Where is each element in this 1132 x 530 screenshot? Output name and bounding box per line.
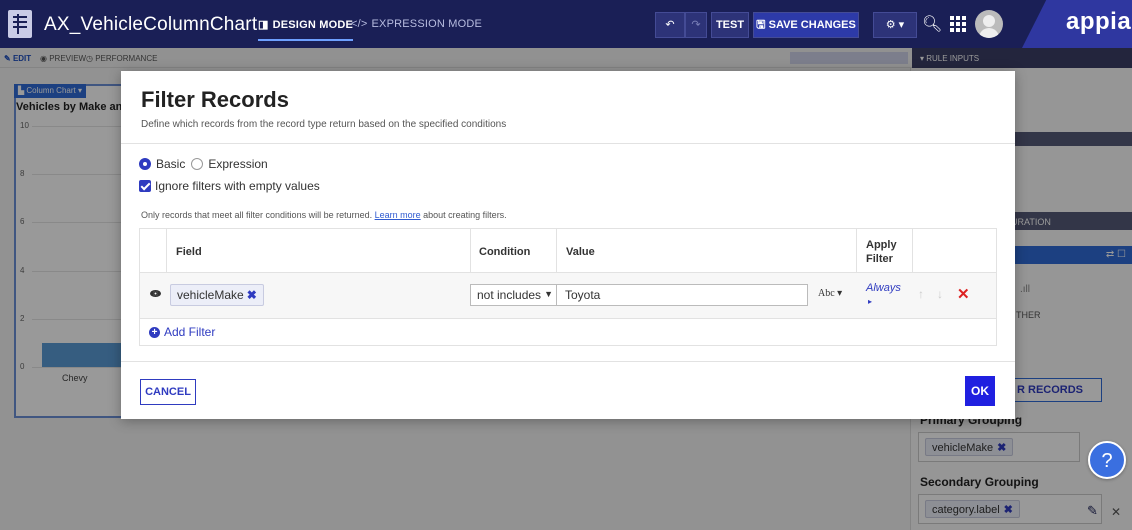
divider [121,143,1015,144]
plus-circle-icon: + [149,326,160,338]
dialog-title: Filter Records [141,87,289,112]
radio-expression[interactable] [191,158,204,170]
value-type-toggle[interactable]: Abc ▾ [818,288,842,299]
cancel-button[interactable]: CANCEL [140,379,196,405]
save-changes-label: SAVE CHANGES [768,19,856,31]
test-button[interactable]: TEST [711,12,749,38]
app-title: AX_VehicleColumnChart [44,14,258,35]
divider [121,361,1015,362]
search-objects-icon[interactable]: 🔍︎ [922,14,942,34]
apply-filter-link[interactable]: Always [866,282,901,294]
ignore-empty-checkbox-row: Ignore filters with empty values [139,179,320,193]
grid-header: Field Condition Value Apply Filter [140,229,996,273]
code-icon: </> [351,18,368,30]
interface-object-icon [8,10,32,38]
filter-info-text: Only records that meet all filter condit… [141,210,507,220]
column-header-field: Field [176,246,202,258]
radio-expression-label[interactable]: Expression [208,157,267,171]
filter-row: vehicleMake ✖ not includes ▼ Toyota Abc ▾ … [140,273,996,319]
design-mode-tab[interactable]: ◨ DESIGN MODE [258,18,354,41]
ok-button[interactable]: OK [965,376,995,406]
column-header-apply-filter: Apply Filter [866,239,897,265]
value-input[interactable]: Toyota [556,284,808,306]
expression-mode-tab[interactable]: </> EXPRESSION MODE [351,18,482,30]
filter-grid: Field Condition Value Apply Filter vehic… [139,228,997,346]
move-up-icon[interactable]: ↑ [918,287,924,301]
eye-icon[interactable] [150,290,161,297]
expression-mode-label: EXPRESSION MODE [371,18,483,30]
settings-menu-button[interactable]: ⚙ ▾ [873,12,917,38]
caret-right-icon: ▸ [868,297,873,306]
chevron-down-icon: ▼ [544,289,553,299]
learn-more-link[interactable]: Learn more [375,210,421,220]
add-filter-label: Add Filter [164,325,216,339]
design-mode-icon: ◨ [258,19,269,31]
ignore-empty-checkbox[interactable] [139,180,151,192]
condition-select[interactable]: not includes ▼ [470,284,560,306]
move-down-icon[interactable]: ↓ [937,287,943,301]
filter-mode-radio-group: Basic Expression [139,157,274,171]
column-header-condition: Condition [479,246,531,258]
design-mode-label: DESIGN MODE [272,19,354,31]
dialog-description: Define which records from the record typ… [141,119,507,130]
column-header-value: Value [566,246,595,258]
remove-field-icon[interactable]: ✖ [247,288,257,302]
user-avatar[interactable] [975,10,1003,38]
filter-records-dialog: Filter Records Define which records from… [121,71,1015,419]
help-button[interactable]: ? [1088,441,1126,479]
app-navigation-grid-icon[interactable] [950,16,966,32]
appian-logo: appian [1066,8,1132,35]
undo-button[interactable]: ↶ [655,12,685,38]
ignore-empty-label[interactable]: Ignore filters with empty values [155,179,320,193]
redo-button[interactable]: ↷ [685,12,707,38]
add-filter-link[interactable]: + Add Filter [149,325,215,339]
radio-basic[interactable] [139,158,151,170]
top-bar: AX_VehicleColumnChart ◨ DESIGN MODE </> EX… [0,0,1132,48]
remove-filter-icon[interactable]: ✕ [957,285,970,303]
radio-basic-label[interactable]: Basic [156,157,185,171]
field-pill[interactable]: vehicleMake ✖ [170,284,264,306]
save-icon: 🖫 [756,19,769,31]
save-changes-button[interactable]: 🖫 SAVE CHANGES [753,12,859,38]
